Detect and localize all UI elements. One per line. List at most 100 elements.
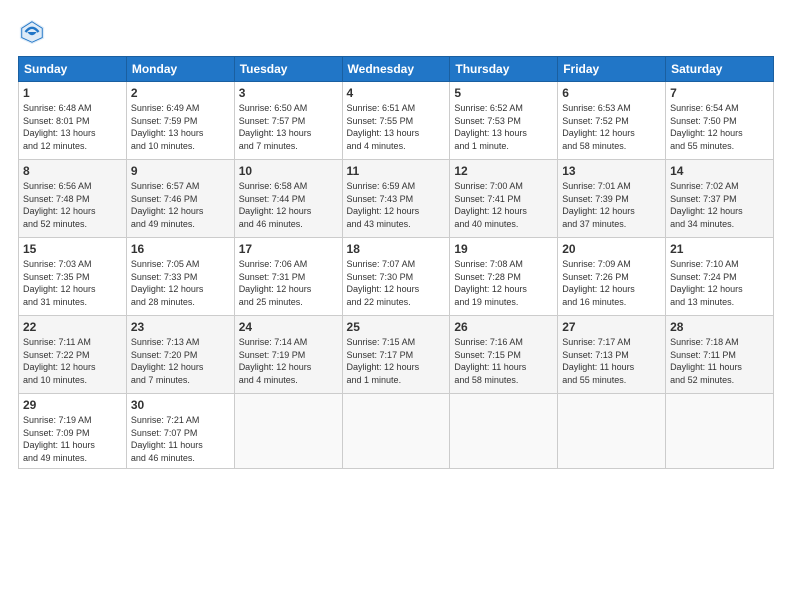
calendar-cell: 27Sunrise: 7:17 AM Sunset: 7:13 PM Dayli… [558, 316, 666, 394]
day-number: 16 [131, 242, 230, 256]
calendar-cell: 14Sunrise: 7:02 AM Sunset: 7:37 PM Dayli… [666, 160, 774, 238]
day-number: 28 [670, 320, 769, 334]
calendar-cell: 22 Sunrise: 7:11 AM Sunset: 7:22 PM Dayli… [19, 316, 127, 394]
calendar-cell: 13 Sunrise: 7:01 AM Sunset: 7:39 PM Dayli… [558, 160, 666, 238]
day-info: Sunrise: 7:01 AM Sunset: 7:39 PM Dayligh… [562, 180, 661, 230]
calendar-cell: 9Sunrise: 6:57 AM Sunset: 7:46 PM Daylig… [126, 160, 234, 238]
day-number: 13 [562, 164, 661, 178]
calendar-cell: 6 Sunrise: 6:53 AM Sunset: 7:52 PM Daylig… [558, 82, 666, 160]
day-number: 27 [562, 320, 661, 334]
day-number: 9 [131, 164, 230, 178]
day-info: Sunrise: 7:15 AM Sunset: 7:17 PM Dayligh… [347, 336, 446, 386]
day-number: 2 [131, 86, 230, 100]
calendar-cell: 19 Sunrise: 7:08 AM Sunset: 7:28 PM Dayli… [450, 238, 558, 316]
calendar-cell: 18Sunrise: 7:07 AM Sunset: 7:30 PM Dayli… [342, 238, 450, 316]
day-number: 1 [23, 86, 122, 100]
day-header-sunday: Sunday [19, 57, 127, 82]
day-info: Sunrise: 6:58 AM Sunset: 7:44 PM Dayligh… [239, 180, 338, 230]
day-header-tuesday: Tuesday [234, 57, 342, 82]
day-number: 19 [454, 242, 553, 256]
day-header-friday: Friday [558, 57, 666, 82]
day-number: 30 [131, 398, 230, 412]
day-info: Sunrise: 7:08 AM Sunset: 7:28 PM Dayligh… [454, 258, 553, 308]
calendar-cell: 3Sunrise: 6:50 AM Sunset: 7:57 PM Daylig… [234, 82, 342, 160]
day-info: Sunrise: 7:05 AM Sunset: 7:33 PM Dayligh… [131, 258, 230, 308]
calendar-cell [558, 394, 666, 469]
calendar-cell: 11Sunrise: 6:59 AM Sunset: 7:43 PM Dayli… [342, 160, 450, 238]
calendar-cell: 12 Sunrise: 7:00 AM Sunset: 7:41 PM Dayli… [450, 160, 558, 238]
logo [18, 18, 50, 46]
calendar-cell: 28 Sunrise: 7:18 AM Sunset: 7:11 PM Dayli… [666, 316, 774, 394]
calendar-cell: 4 Sunrise: 6:51 AM Sunset: 7:55 PM Daylig… [342, 82, 450, 160]
day-number: 14 [670, 164, 769, 178]
day-number: 22 [23, 320, 122, 334]
header [18, 18, 774, 46]
calendar-cell: 30 Sunrise: 7:21 AM Sunset: 7:07 PM Dayli… [126, 394, 234, 469]
calendar-cell: 21 Sunrise: 7:10 AM Sunset: 7:24 PM Dayli… [666, 238, 774, 316]
calendar-cell: 26 Sunrise: 7:16 AM Sunset: 7:15 PM Dayli… [450, 316, 558, 394]
calendar-body: 1 Sunrise: 6:48 AM Sunset: 8:01 PM Daylig… [19, 82, 774, 469]
day-info: Sunrise: 7:00 AM Sunset: 7:41 PM Dayligh… [454, 180, 553, 230]
calendar-header: SundayMondayTuesdayWednesdayThursdayFrid… [19, 57, 774, 82]
calendar-cell: 2 Sunrise: 6:49 AM Sunset: 7:59 PM Daylig… [126, 82, 234, 160]
calendar-cell: 16 Sunrise: 7:05 AM Sunset: 7:33 PM Dayli… [126, 238, 234, 316]
day-number: 26 [454, 320, 553, 334]
calendar-cell: 20 Sunrise: 7:09 AM Sunset: 7:26 PM Dayli… [558, 238, 666, 316]
day-info: Sunrise: 7:13 AM Sunset: 7:20 PM Dayligh… [131, 336, 230, 386]
day-header-saturday: Saturday [666, 57, 774, 82]
calendar-cell: 1 Sunrise: 6:48 AM Sunset: 8:01 PM Daylig… [19, 82, 127, 160]
day-number: 24 [239, 320, 338, 334]
day-header-thursday: Thursday [450, 57, 558, 82]
page: SundayMondayTuesdayWednesdayThursdayFrid… [0, 0, 792, 612]
day-info: Sunrise: 7:14 AM Sunset: 7:19 PM Dayligh… [239, 336, 338, 386]
day-number: 23 [131, 320, 230, 334]
day-number: 11 [347, 164, 446, 178]
day-info: Sunrise: 6:52 AM Sunset: 7:53 PM Dayligh… [454, 102, 553, 152]
day-info: Sunrise: 7:06 AM Sunset: 7:31 PM Dayligh… [239, 258, 338, 308]
day-number: 5 [454, 86, 553, 100]
day-info: Sunrise: 7:07 AM Sunset: 7:30 PM Dayligh… [347, 258, 446, 308]
day-number: 4 [347, 86, 446, 100]
calendar-cell [666, 394, 774, 469]
day-number: 17 [239, 242, 338, 256]
day-number: 12 [454, 164, 553, 178]
day-number: 6 [562, 86, 661, 100]
logo-icon [18, 18, 46, 46]
calendar-cell: 5 Sunrise: 6:52 AM Sunset: 7:53 PM Daylig… [450, 82, 558, 160]
calendar-cell [450, 394, 558, 469]
day-info: Sunrise: 7:16 AM Sunset: 7:15 PM Dayligh… [454, 336, 553, 386]
day-number: 20 [562, 242, 661, 256]
day-info: Sunrise: 6:53 AM Sunset: 7:52 PM Dayligh… [562, 102, 661, 152]
header-row: SundayMondayTuesdayWednesdayThursdayFrid… [19, 57, 774, 82]
day-info: Sunrise: 6:48 AM Sunset: 8:01 PM Dayligh… [23, 102, 122, 152]
day-number: 7 [670, 86, 769, 100]
day-info: Sunrise: 6:51 AM Sunset: 7:55 PM Dayligh… [347, 102, 446, 152]
calendar-cell [234, 394, 342, 469]
day-info: Sunrise: 7:09 AM Sunset: 7:26 PM Dayligh… [562, 258, 661, 308]
day-number: 21 [670, 242, 769, 256]
day-info: Sunrise: 6:50 AM Sunset: 7:57 PM Dayligh… [239, 102, 338, 152]
day-info: Sunrise: 6:56 AM Sunset: 7:48 PM Dayligh… [23, 180, 122, 230]
calendar-cell: 23 Sunrise: 7:13 AM Sunset: 7:20 PM Dayli… [126, 316, 234, 394]
day-header-monday: Monday [126, 57, 234, 82]
calendar-cell: 29Sunrise: 7:19 AM Sunset: 7:09 PM Dayli… [19, 394, 127, 469]
day-number: 29 [23, 398, 122, 412]
calendar-cell: 17 Sunrise: 7:06 AM Sunset: 7:31 PM Dayli… [234, 238, 342, 316]
day-number: 8 [23, 164, 122, 178]
calendar-cell [342, 394, 450, 469]
day-info: Sunrise: 7:03 AM Sunset: 7:35 PM Dayligh… [23, 258, 122, 308]
calendar-cell: 24 Sunrise: 7:14 AM Sunset: 7:19 PM Dayli… [234, 316, 342, 394]
calendar-cell: 25 Sunrise: 7:15 AM Sunset: 7:17 PM Dayli… [342, 316, 450, 394]
day-header-wednesday: Wednesday [342, 57, 450, 82]
day-info: Sunrise: 7:21 AM Sunset: 7:07 PM Dayligh… [131, 414, 230, 464]
calendar-cell: 10 Sunrise: 6:58 AM Sunset: 7:44 PM Dayli… [234, 160, 342, 238]
day-info: Sunrise: 6:54 AM Sunset: 7:50 PM Dayligh… [670, 102, 769, 152]
day-info: Sunrise: 7:18 AM Sunset: 7:11 PM Dayligh… [670, 336, 769, 386]
day-number: 15 [23, 242, 122, 256]
day-number: 25 [347, 320, 446, 334]
day-info: Sunrise: 7:10 AM Sunset: 7:24 PM Dayligh… [670, 258, 769, 308]
day-number: 10 [239, 164, 338, 178]
day-info: Sunrise: 6:49 AM Sunset: 7:59 PM Dayligh… [131, 102, 230, 152]
day-info: Sunrise: 7:11 AM Sunset: 7:22 PM Dayligh… [23, 336, 122, 386]
calendar-cell: 8 Sunrise: 6:56 AM Sunset: 7:48 PM Daylig… [19, 160, 127, 238]
